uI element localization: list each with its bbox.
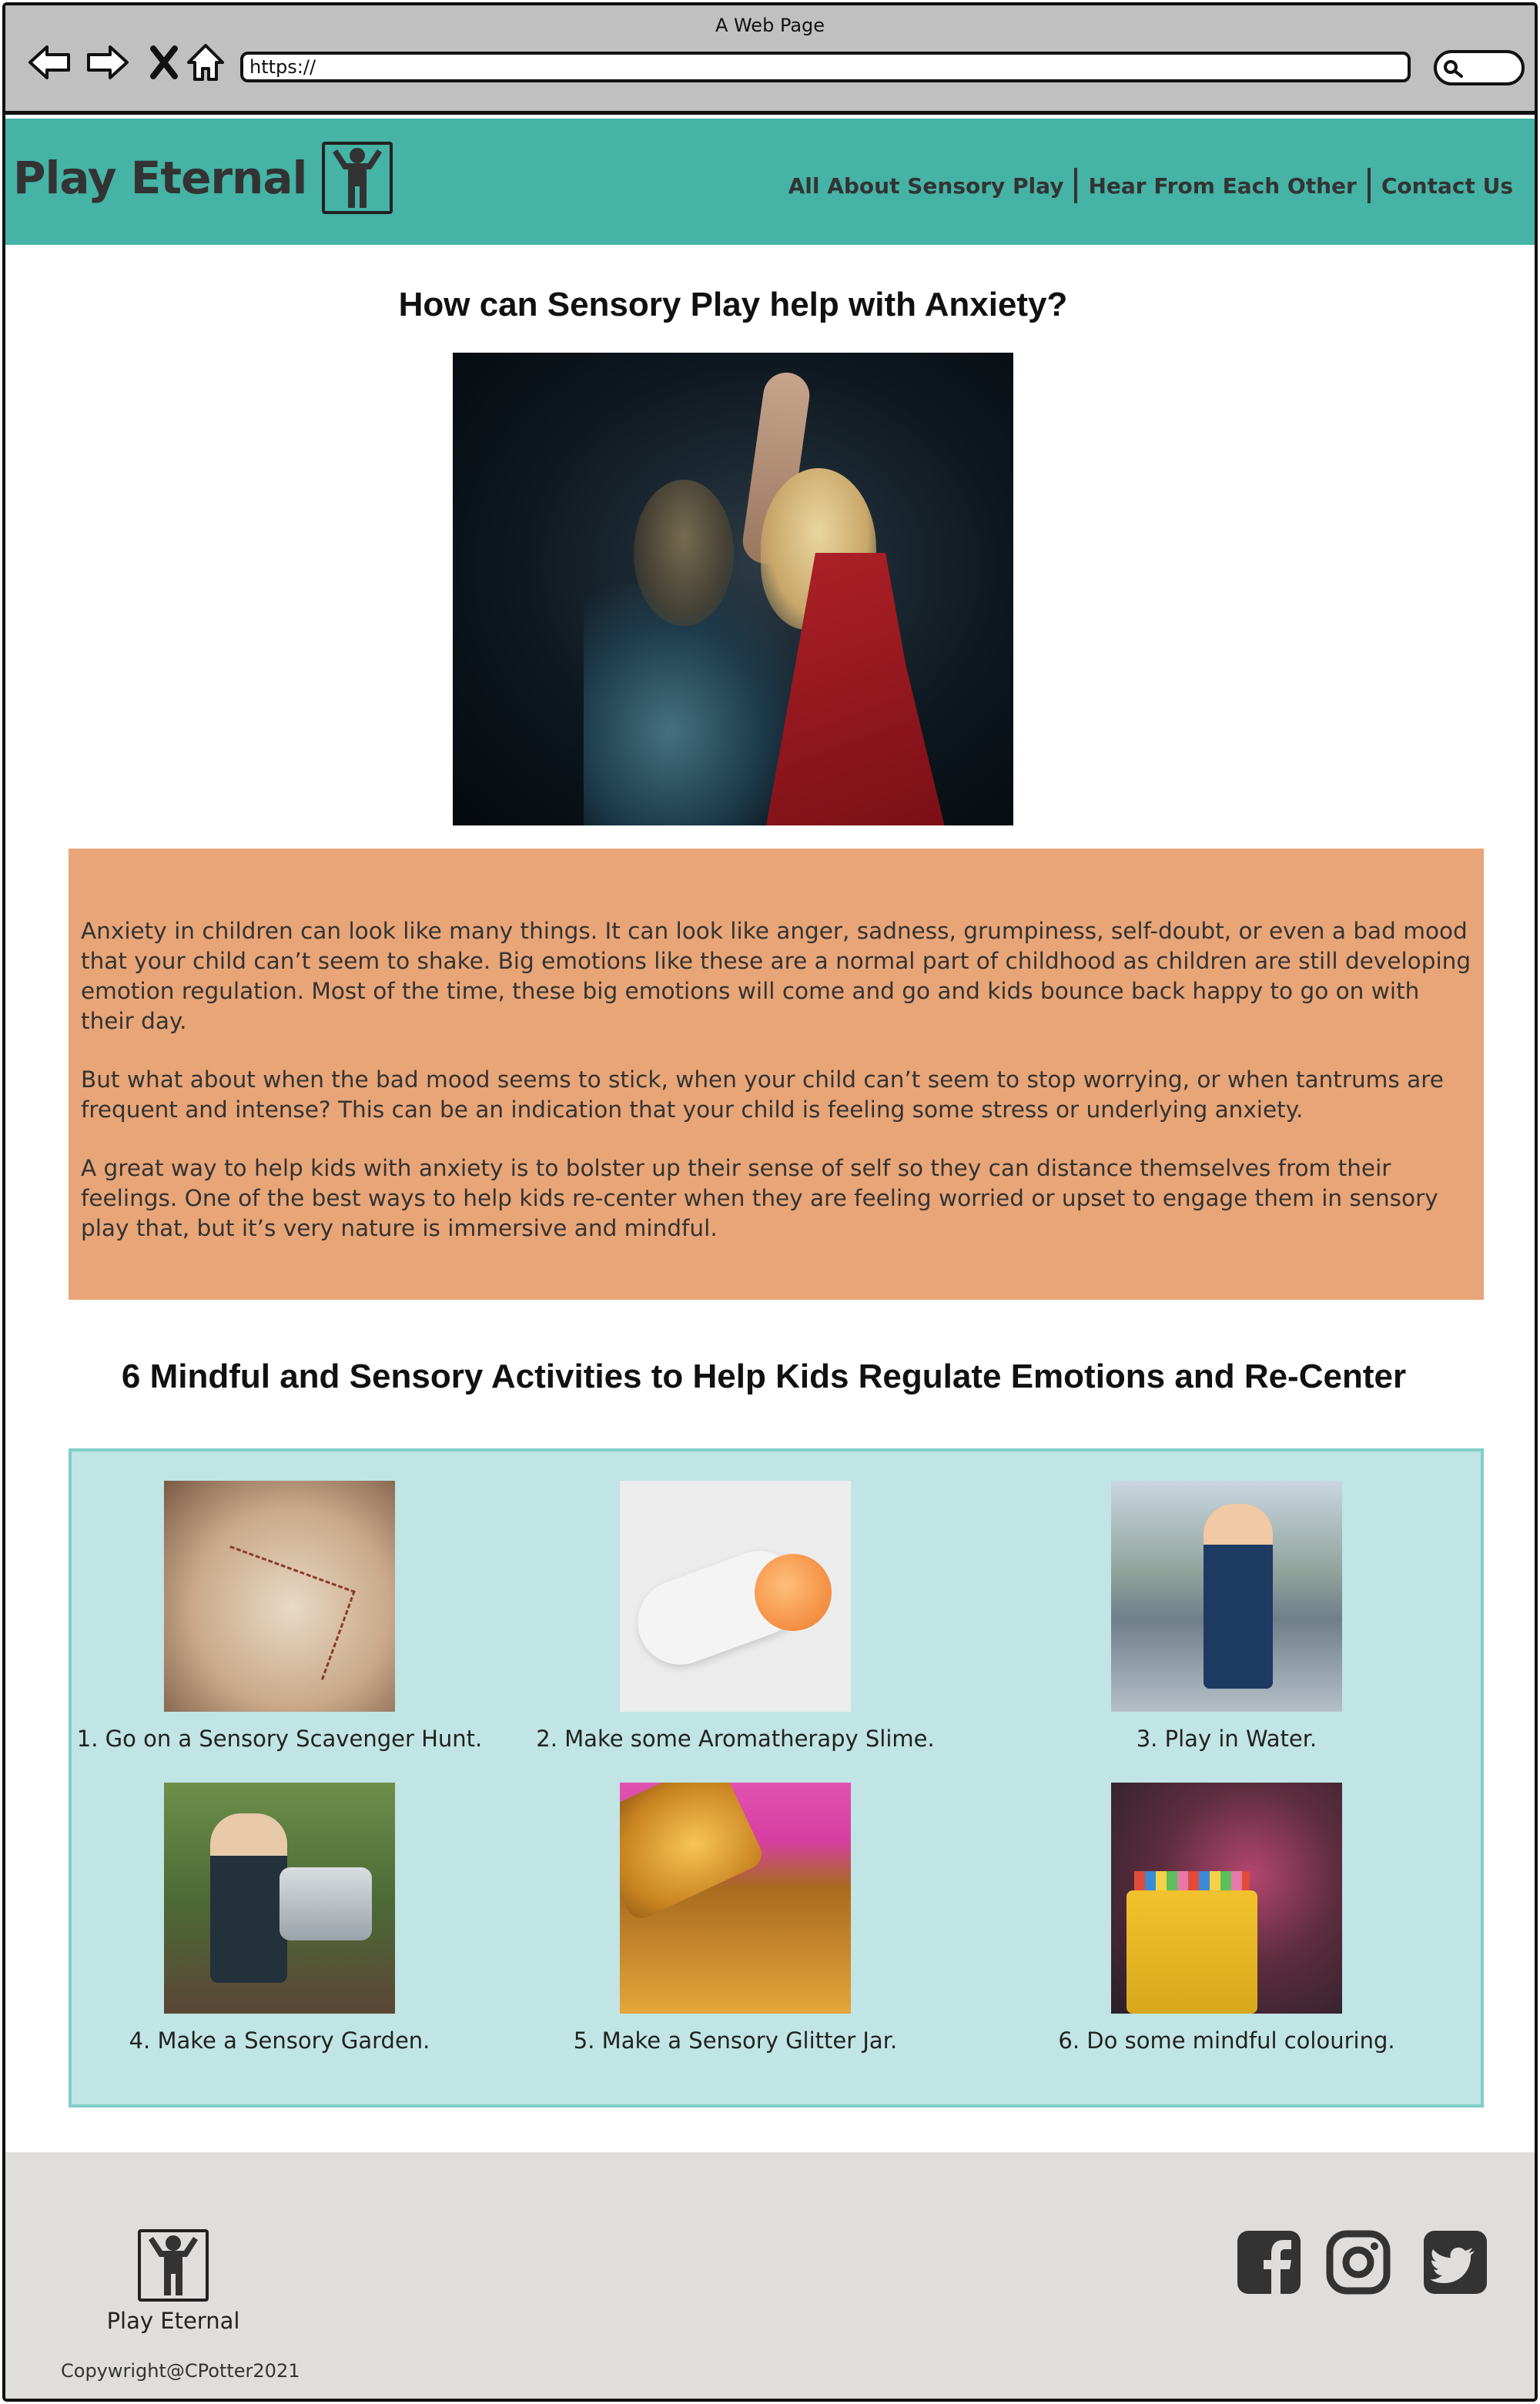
footer-brand[interactable]: Play Eternal: [104, 2229, 243, 2334]
search-icon: [1444, 60, 1463, 78]
forward-arrow-icon[interactable]: [84, 39, 130, 85]
twitter-icon[interactable]: [1422, 2229, 1488, 2295]
nav-link-contact-us[interactable]: Contact Us: [1371, 173, 1524, 199]
activity-card[interactable]: 3. Play in Water.: [1011, 1481, 1442, 1752]
child-logo-icon: [138, 2229, 209, 2302]
glitter-jar-image: [620, 1783, 851, 2014]
url-input[interactable]: https://: [240, 52, 1411, 82]
main-nav: All About Sensory Play Hear From Each Ot…: [778, 168, 1524, 203]
colouring-image: [1111, 1783, 1342, 2014]
browser-search-field[interactable]: [1434, 50, 1525, 85]
intro-paragraph: A great way to help kids with anxiety is…: [81, 1155, 1438, 1241]
window-title: A Web Page: [715, 15, 825, 36]
activity-caption: 6. Do some mindful colouring.: [1058, 2027, 1395, 2054]
activity-card[interactable]: 4. Make a Sensory Garden.: [64, 1783, 495, 2054]
site-header: Play Eternal All About Sensory Play Hear…: [5, 119, 1535, 245]
brand-name: Play Eternal: [13, 152, 307, 204]
activity-caption: 2. Make some Aromatherapy Slime.: [536, 1726, 935, 1752]
brand[interactable]: Play Eternal: [13, 142, 393, 214]
activity-caption: 1. Go on a Sensory Scavenger Hunt.: [76, 1726, 483, 1752]
activity-card[interactable]: 2. Make some Aromatherapy Slime.: [520, 1481, 951, 1752]
copyright-text: Copywright@CPotter2021: [61, 2360, 300, 2382]
nav-link-sensory-play[interactable]: All About Sensory Play: [778, 173, 1075, 199]
facebook-icon[interactable]: [1236, 2229, 1302, 2295]
slime-image: [620, 1481, 851, 1712]
activity-card[interactable]: 5. Make a Sensory Glitter Jar.: [520, 1783, 951, 2054]
intro-paragraph: Anxiety in children can look like many t…: [81, 918, 1471, 1034]
activities-grid: 1. Go on a Sensory Scavenger Hunt. 2. Ma…: [69, 1448, 1484, 2108]
instagram-icon[interactable]: [1325, 2229, 1391, 2295]
intro-paragraph: But what about when the bad mood seems t…: [81, 1066, 1444, 1123]
footer-brand-name: Play Eternal: [106, 2308, 240, 2334]
activity-caption: 3. Play in Water.: [1136, 1726, 1317, 1752]
garden-image: [164, 1783, 395, 2014]
back-arrow-icon[interactable]: [27, 39, 73, 85]
activity-card[interactable]: 6. Do some mindful colouring.: [1011, 1783, 1442, 2054]
scavenger-hunt-image: [164, 1481, 395, 1712]
close-icon[interactable]: [141, 39, 187, 85]
activity-caption: 5. Make a Sensory Glitter Jar.: [573, 2027, 898, 2054]
page-title: How can Sensory Play help with Anxiety?: [398, 286, 1068, 323]
activity-card[interactable]: 1. Go on a Sensory Scavenger Hunt.: [64, 1481, 495, 1752]
nav-link-hear-from-each-other[interactable]: Hear From Each Other: [1077, 173, 1367, 199]
child-logo-icon: [322, 142, 393, 214]
activity-caption: 4. Make a Sensory Garden.: [129, 2027, 430, 2054]
home-icon[interactable]: [182, 39, 229, 85]
water-play-image: [1111, 1481, 1342, 1712]
browser-window: A Web Page https:// Play Eternal All Abo…: [2, 2, 1538, 2402]
site-footer: Play Eternal Copywright@CPotter2021: [5, 2152, 1535, 2399]
hero-image: [453, 353, 1013, 825]
activities-heading: 6 Mindful and Sensory Activities to Help…: [121, 1358, 1407, 1395]
intro-text-box: Anxiety in children can look like many t…: [69, 849, 1484, 1300]
browser-toolbar: A Web Page https://: [5, 5, 1535, 115]
